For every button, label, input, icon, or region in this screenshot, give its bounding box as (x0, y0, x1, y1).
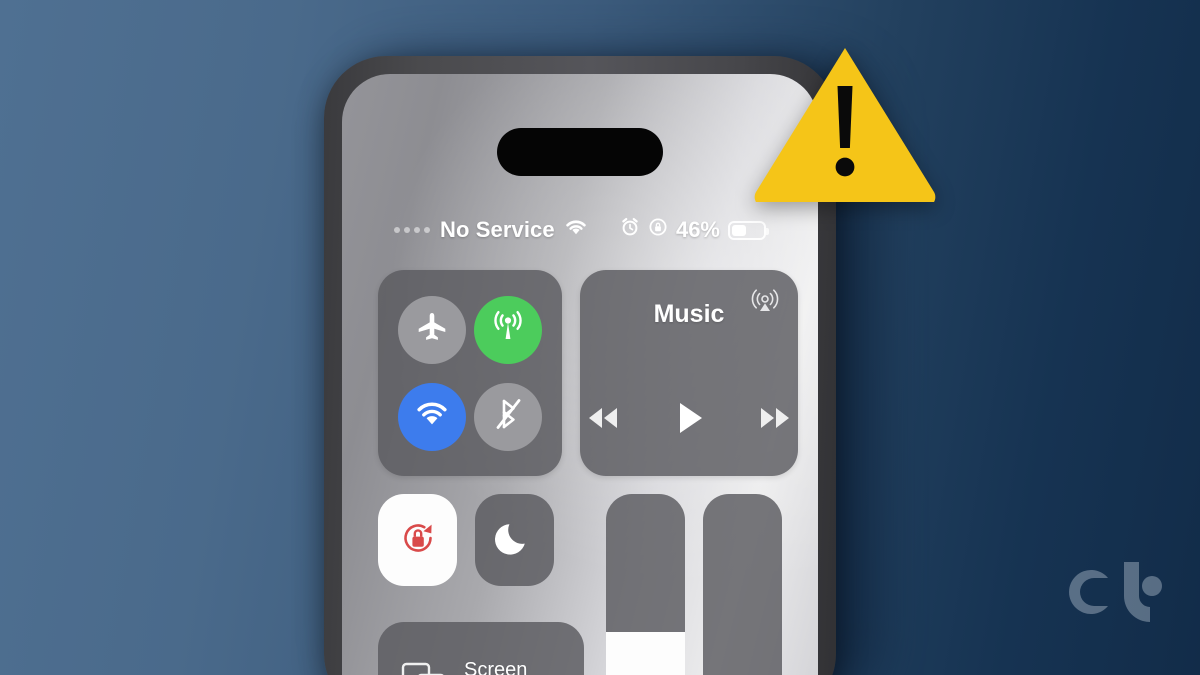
cellular-data-toggle[interactable] (474, 295, 542, 364)
bluetooth-slash-icon (491, 395, 525, 438)
connectivity-module[interactable] (378, 270, 562, 476)
phone-screen: No Service 46% Music Screen (342, 74, 818, 675)
guiding-tech-logo (1062, 556, 1166, 633)
signal-dots-icon (394, 227, 430, 233)
cellular-antenna-icon (489, 308, 527, 351)
control-center-row-2 (378, 494, 782, 675)
screen-mirroring-icon (398, 657, 450, 675)
control-center-row-1: Music (378, 270, 798, 476)
moon-icon (492, 515, 538, 566)
row2-spacer (572, 494, 587, 604)
play-icon[interactable] (672, 399, 706, 442)
wifi-toggle[interactable] (398, 382, 466, 451)
status-bar-right: 46% (620, 217, 769, 243)
music-title: Music (653, 300, 725, 328)
bluetooth-toggle[interactable] (474, 382, 542, 451)
warning-triangle-icon (752, 42, 938, 207)
wifi-icon (563, 217, 589, 243)
rotation-lock-tile[interactable] (378, 494, 458, 586)
fast-forward-icon[interactable] (752, 403, 798, 438)
music-module[interactable]: Music (580, 270, 798, 476)
screen-mirroring-tile[interactable]: Screen Mirroring (378, 622, 584, 675)
status-bar: No Service 46% (342, 214, 818, 246)
battery-icon (728, 220, 769, 240)
music-transport-controls (580, 399, 798, 442)
rotation-lock-icon (392, 512, 444, 569)
control-center: Music Screen (378, 270, 798, 675)
status-bar-left: No Service (394, 217, 589, 243)
screenshot-canvas: No Service 46% Music Screen (0, 0, 1200, 675)
airplane-mode-toggle[interactable] (398, 295, 466, 364)
rewind-icon[interactable] (580, 403, 626, 438)
alarm-clock-icon (620, 217, 640, 243)
brightness-slider[interactable] (605, 494, 685, 675)
volume-slider[interactable] (702, 494, 782, 675)
battery-fill (732, 224, 746, 236)
carrier-label: No Service (440, 217, 555, 242)
battery-percent-label: 46% (675, 217, 720, 242)
brightness-fill (605, 632, 685, 675)
dynamic-island (497, 128, 663, 176)
airplay-icon[interactable] (750, 286, 780, 321)
airplane-icon (415, 310, 449, 349)
wifi-icon (413, 399, 451, 434)
screen-mirroring-label: Screen Mirroring (464, 659, 528, 675)
do-not-disturb-tile[interactable] (475, 494, 555, 586)
rotation-lock-icon (648, 217, 668, 243)
